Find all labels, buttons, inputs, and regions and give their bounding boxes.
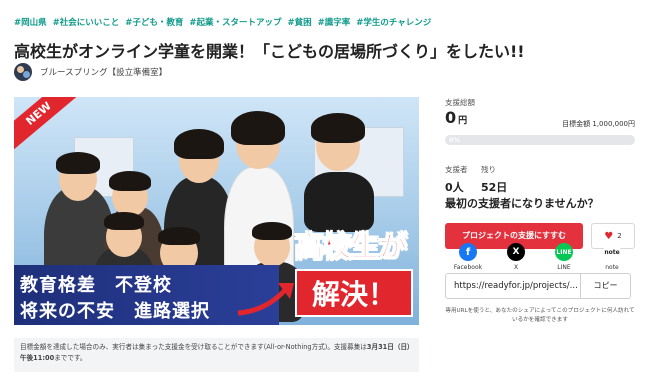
sns-label: note xyxy=(605,264,619,271)
owner-avatar xyxy=(14,63,32,81)
total-amount-value: 0 xyxy=(445,108,457,127)
supporters-stat: 支援者 0人 xyxy=(445,157,468,195)
remaining-stat: 残り 52日 xyxy=(481,157,507,195)
tag-link[interactable]: #識字率 xyxy=(318,16,351,28)
supporters-label: 支援者 xyxy=(445,165,468,174)
goal-label: 目標金額 xyxy=(562,120,591,128)
support-panel: 支援総額 0円 目標金額 1,000,000円 0% 支援者 0人 残り 52日… xyxy=(445,97,635,323)
tag-link[interactable]: #貧困 xyxy=(288,16,312,28)
arrow-icon xyxy=(237,283,294,316)
remaining-value: 52日 xyxy=(481,181,508,194)
funding-progress-bar: 0% xyxy=(445,135,635,145)
heart-icon: ♥ xyxy=(604,230,614,242)
note-text: 目標金額を達成した場合のみ、実行者は集まった支援金を受け取ることができます(Al… xyxy=(20,343,367,351)
facebook-icon: f xyxy=(459,243,477,261)
sns-label: X xyxy=(513,264,519,271)
solve-line-2: 解決！ xyxy=(295,269,413,317)
total-amount-unit: 円 xyxy=(458,116,468,126)
progress-percent: 0% xyxy=(449,136,461,144)
share-note[interactable]: note note xyxy=(595,243,629,271)
tag-link[interactable]: #子ども・教育 xyxy=(125,16,183,28)
tag-link[interactable]: #学生のチャレンジ xyxy=(356,16,431,28)
sns-share-row: f Facebook X X LINE LINE note note xyxy=(445,243,635,271)
share-url-note: 専用URLを使うと、あなたのシェアによってこのプロジェクトに何人訪れているかを確… xyxy=(445,308,635,323)
tag-link[interactable]: #社会にいいこと xyxy=(53,16,120,28)
tag-link[interactable]: #起業・スタートアップ xyxy=(189,16,281,28)
project-hero-image: NEW 教育格差 不登校 将来の不安 進路選択 高校生が 解決！ xyxy=(14,97,419,325)
goal-value: 1,000,000円 xyxy=(592,120,635,128)
note-suffix: までです。 xyxy=(54,354,87,362)
all-or-nothing-note: 目標金額を達成した場合のみ、実行者は集まった支援金を受け取ることができます(Al… xyxy=(14,338,419,372)
issues-line-1: 教育格差 不登校 xyxy=(20,275,172,296)
sns-label: Facebook xyxy=(453,264,483,271)
share-facebook[interactable]: f Facebook xyxy=(451,243,485,271)
remaining-label: 残り xyxy=(481,165,496,174)
copy-button[interactable]: コピー xyxy=(581,273,631,299)
first-supporter-prompt: 最初の支援者になりませんか？ xyxy=(445,197,599,210)
note-icon: note xyxy=(603,243,621,261)
line-icon: LINE xyxy=(555,243,573,261)
total-label: 支援総額 xyxy=(445,98,475,107)
sns-label: LINE xyxy=(557,264,571,271)
share-url-row: https://readyfor.jp/projects/... コピー xyxy=(445,273,635,299)
goal-amount: 目標金額 1,000,000円 xyxy=(562,119,635,129)
issues-line-2: 将来の不安 進路選択 xyxy=(20,301,210,322)
solve-line-1: 高校生が xyxy=(295,230,408,264)
like-count: 2 xyxy=(617,232,622,240)
project-owner[interactable]: ブルースプリング【設立準備室】 xyxy=(14,63,167,81)
total-amount: 0円 xyxy=(445,108,467,127)
share-url-field[interactable]: https://readyfor.jp/projects/... xyxy=(445,273,581,299)
x-icon: X xyxy=(507,243,525,261)
share-line[interactable]: LINE LINE xyxy=(547,243,581,271)
supporters-value: 0人 xyxy=(445,181,464,194)
tag-list: #岡山県 #社会にいいこと #子ども・教育 #起業・スタートアップ #貧困 #識… xyxy=(14,16,431,28)
solve-banner: 高校生が 解決！ xyxy=(295,225,413,317)
project-title: 高校生がオンライン学童を開業！「こどもの居場所づくり」をしたい!! xyxy=(14,42,525,61)
tag-link[interactable]: #岡山県 xyxy=(14,16,47,28)
share-x[interactable]: X X xyxy=(499,243,533,271)
owner-name[interactable]: ブルースプリング【設立準備室】 xyxy=(40,66,167,78)
